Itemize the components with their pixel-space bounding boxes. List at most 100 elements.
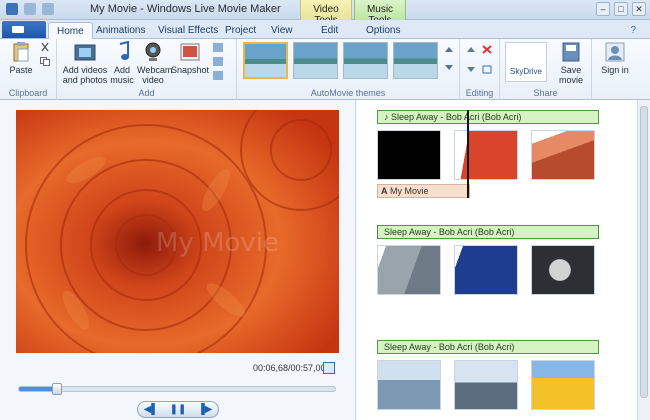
title-icon[interactable] xyxy=(213,43,223,52)
theme-thumbnail[interactable] xyxy=(343,42,388,79)
storyboard-clip[interactable] xyxy=(531,130,595,180)
ribbon-tabs: Home Animations Visual Effects Project V… xyxy=(0,20,650,39)
video-preview[interactable]: My Movie xyxy=(16,110,339,353)
storyboard-clip[interactable] xyxy=(377,360,441,410)
editing-group-label: Editing xyxy=(465,88,494,98)
add-group-label: Add xyxy=(138,88,155,98)
clipboard-group: Paste Clipboard xyxy=(0,39,57,100)
scrollbar-thumb[interactable] xyxy=(640,106,648,398)
caption-bar[interactable]: A My Movie xyxy=(377,184,470,198)
music-track-bar[interactable]: Sleep Away - Bob Acri (Bob Acri) xyxy=(377,340,599,354)
more-themes-icon[interactable] xyxy=(444,63,454,72)
tab-visual-effects[interactable]: Visual Effects xyxy=(150,22,226,39)
snapshot-button[interactable]: Snapshot xyxy=(171,41,209,75)
fullscreen-icon[interactable] xyxy=(323,362,335,374)
previous-frame-icon[interactable]: ◀▌ xyxy=(144,404,159,415)
tab-animations[interactable]: Animations xyxy=(88,22,153,39)
webcam-video-label: Webcam video xyxy=(137,65,173,85)
editing-group: Editing xyxy=(460,39,500,100)
film-photo-icon xyxy=(73,41,97,63)
title-bar: My Movie - Windows Live Movie Maker Vide… xyxy=(0,0,650,26)
automovie-themes-label: AutoMovie themes xyxy=(310,88,386,98)
clipboard-group-label: Clipboard xyxy=(8,88,48,98)
storyboard-clip[interactable] xyxy=(531,360,595,410)
save-movie-button[interactable]: Save movie xyxy=(554,41,588,85)
cut-icon[interactable] xyxy=(40,42,50,52)
sign-in-button[interactable]: Sign in xyxy=(598,41,632,75)
storyboard-clip[interactable] xyxy=(531,245,595,295)
video-tools-context: Video Tools xyxy=(300,0,352,26)
theme-thumbnail[interactable] xyxy=(293,42,338,79)
remove-icon[interactable] xyxy=(482,45,492,54)
music-track-bar[interactable]: Sleep Away - Bob Acri (Bob Acri) xyxy=(377,225,599,239)
webcam-icon xyxy=(141,41,165,63)
skydrive-button[interactable]: SkyDrive xyxy=(505,42,547,82)
main-area: My Movie 00:06,68/00:57,00 ◀▌ ❚❚ ▐▶ ♪ Sl… xyxy=(0,100,650,420)
ribbon: Paste Clipboard Add videos and photos Ad… xyxy=(0,39,650,100)
maximize-button[interactable]: □ xyxy=(614,2,628,16)
share-group-label: Share xyxy=(533,88,558,98)
rotate-left-icon[interactable] xyxy=(466,45,476,54)
music-note-icon xyxy=(110,40,134,63)
music-track-label: Sleep Away - Bob Acri (Bob Acri) xyxy=(384,342,515,352)
snapshot-icon xyxy=(178,41,202,63)
window-title: My Movie - Windows Live Movie Maker xyxy=(90,3,281,15)
playhead[interactable] xyxy=(467,110,469,198)
close-button[interactable]: ✕ xyxy=(632,2,646,16)
tab-edit[interactable]: Edit xyxy=(313,22,346,39)
caption-icon[interactable] xyxy=(213,57,223,66)
credits-icon[interactable] xyxy=(213,71,223,80)
timecode: 00:06,68/00:57,00 xyxy=(253,363,326,373)
storyboard-scrollbar[interactable] xyxy=(637,100,650,420)
paste-button[interactable]: Paste xyxy=(6,41,36,75)
storyboard-clip[interactable] xyxy=(454,130,518,180)
minimize-button[interactable]: – xyxy=(596,2,610,16)
app-menu-button[interactable] xyxy=(2,21,46,38)
add-videos-button[interactable]: Add videos and photos xyxy=(61,41,109,85)
theme-thumbnail[interactable] xyxy=(393,42,438,79)
share-group: SkyDrive Save movie Share xyxy=(500,39,592,100)
tab-options[interactable]: Options xyxy=(358,22,408,39)
undo-icon[interactable] xyxy=(24,3,36,15)
music-track-label: Sleep Away - Bob Acri (Bob Acri) xyxy=(391,112,522,122)
tab-view[interactable]: View xyxy=(263,22,301,39)
copy-icon[interactable] xyxy=(40,57,50,66)
save-icon[interactable] xyxy=(6,3,18,15)
paste-icon xyxy=(9,41,33,63)
select-all-icon[interactable] xyxy=(482,65,492,74)
storyboard-clip[interactable] xyxy=(377,130,441,180)
storyboard-clip[interactable] xyxy=(377,245,441,295)
webcam-video-button[interactable]: Webcam video xyxy=(137,41,173,85)
scroll-up-icon[interactable] xyxy=(444,45,454,54)
storyboard-clip[interactable] xyxy=(454,245,518,295)
rotate-right-icon[interactable] xyxy=(466,65,476,74)
seek-thumb[interactable] xyxy=(51,383,62,395)
next-frame-icon[interactable]: ▐▶ xyxy=(198,404,213,415)
pause-icon[interactable]: ❚❚ xyxy=(170,404,187,415)
quick-access-toolbar xyxy=(6,3,54,15)
storyboard[interactable]: ♪ Sleep Away - Bob Acri (Bob Acri) A My … xyxy=(357,100,637,420)
add-music-label: Add music xyxy=(110,65,134,85)
music-track-bar[interactable]: ♪ Sleep Away - Bob Acri (Bob Acri) xyxy=(377,110,599,124)
preview-pane: My Movie 00:06,68/00:57,00 ◀▌ ❚❚ ▐▶ xyxy=(0,100,356,420)
automovie-themes-group: AutoMovie themes xyxy=(237,39,460,100)
paste-label: Paste xyxy=(9,65,33,75)
music-track-label: Sleep Away - Bob Acri (Bob Acri) xyxy=(384,227,515,237)
help-icon[interactable]: ? xyxy=(622,22,644,39)
window-controls: – □ ✕ xyxy=(596,2,646,16)
playback-controls: ◀▌ ❚❚ ▐▶ xyxy=(137,401,219,418)
seek-bar[interactable] xyxy=(18,383,336,395)
save-movie-label: Save movie xyxy=(558,65,583,85)
redo-icon[interactable] xyxy=(42,3,54,15)
theme-thumbnail[interactable] xyxy=(243,42,288,79)
add-group: Add videos and photos Add music Webcam v… xyxy=(57,39,237,100)
user-icon xyxy=(603,41,627,63)
music-tools-context: Music Tools xyxy=(354,0,406,26)
skydrive-label: SkyDrive xyxy=(509,67,542,76)
storyboard-clip[interactable] xyxy=(454,360,518,410)
tab-home[interactable]: Home xyxy=(48,22,93,39)
add-videos-label: Add videos and photos xyxy=(62,65,108,85)
add-music-button[interactable]: Add music xyxy=(109,40,135,85)
tab-project[interactable]: Project xyxy=(217,22,264,39)
sign-in-label: Sign in xyxy=(601,65,629,75)
